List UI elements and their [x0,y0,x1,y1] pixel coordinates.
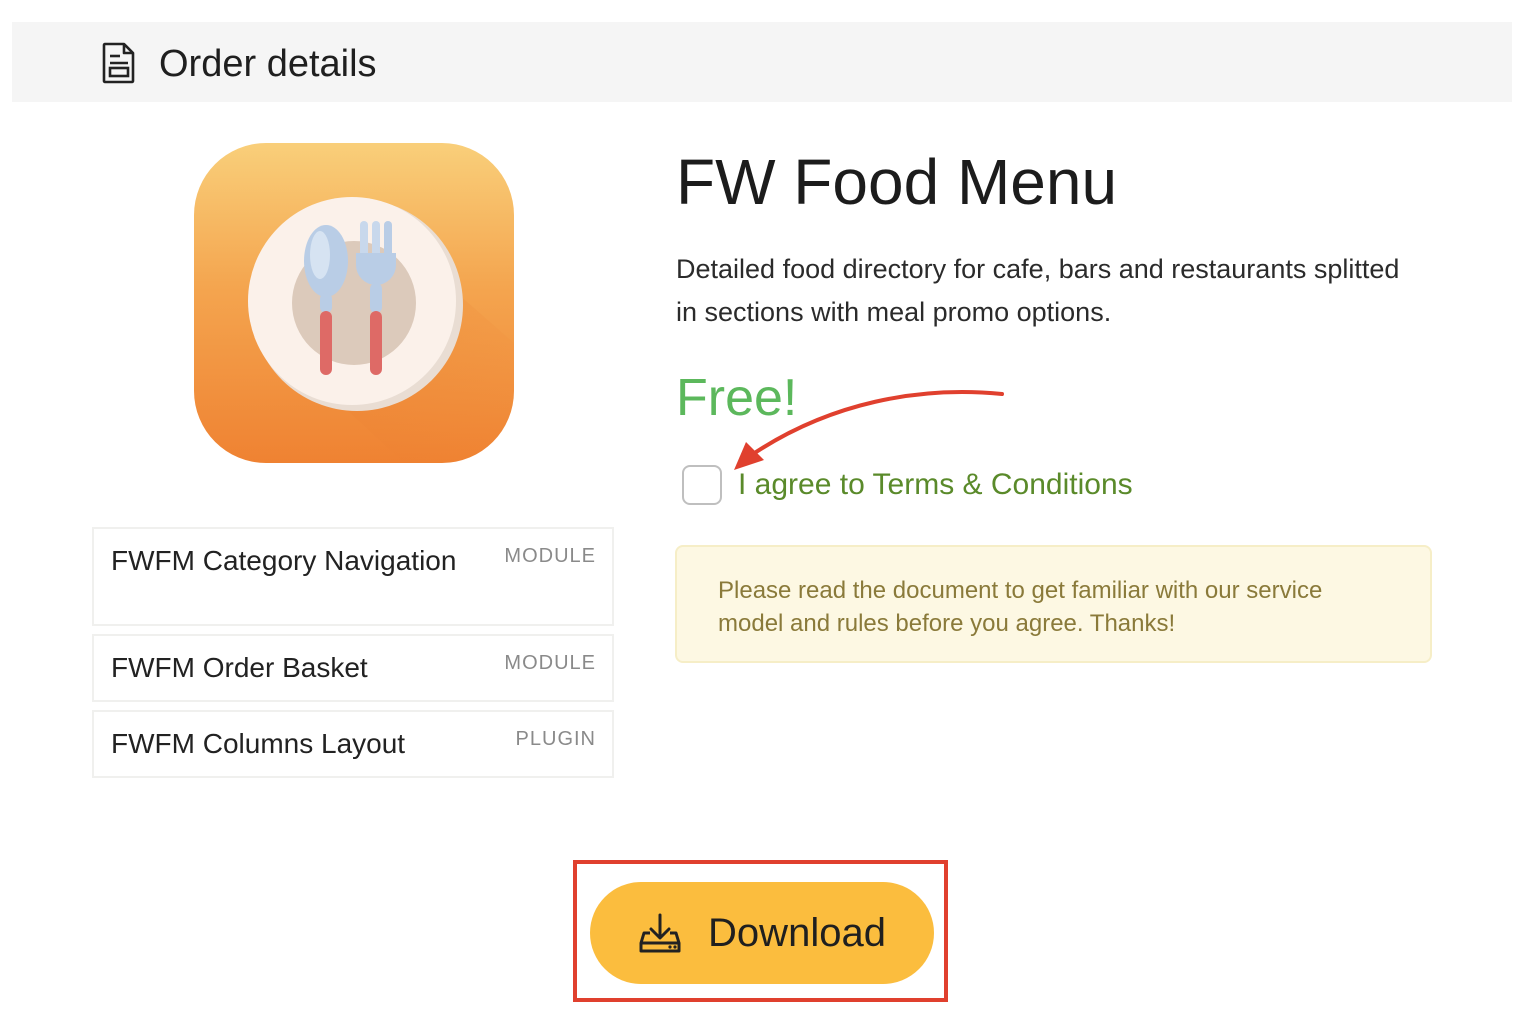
order-details-page: Order details FWFM Category Navigation M… [0,0,1536,1018]
terms-label[interactable]: I agree to Terms & Conditions [738,465,1133,505]
component-type-badge: MODULE [504,545,596,567]
component-type-badge: MODULE [504,652,596,674]
component-type-badge: PLUGIN [515,728,596,750]
download-tray-icon [639,913,681,953]
terms-notice: Please read the document to get familiar… [675,545,1432,663]
product-description: Detailed food directory for cafe, bars a… [676,254,1400,327]
page-title: Order details [159,43,377,85]
plate-cutlery-icon [194,143,514,463]
included-components-list: FWFM Category Navigation MODULE FWFM Ord… [92,527,614,786]
order-details-header: Order details [12,22,1512,102]
download-label: Download [708,910,886,955]
terms-agreement[interactable]: I agree to Terms & Conditions [682,462,1133,508]
list-item: FWFM Category Navigation MODULE [92,527,614,626]
product-title: FW Food Menu [676,146,1118,218]
download-button[interactable]: Download [590,882,934,984]
document-icon [102,42,135,84]
product-price: Free! [676,369,798,427]
list-item: FWFM Order Basket MODULE [92,634,614,702]
terms-checkbox[interactable] [682,465,722,505]
list-item: FWFM Columns Layout PLUGIN [92,710,614,778]
